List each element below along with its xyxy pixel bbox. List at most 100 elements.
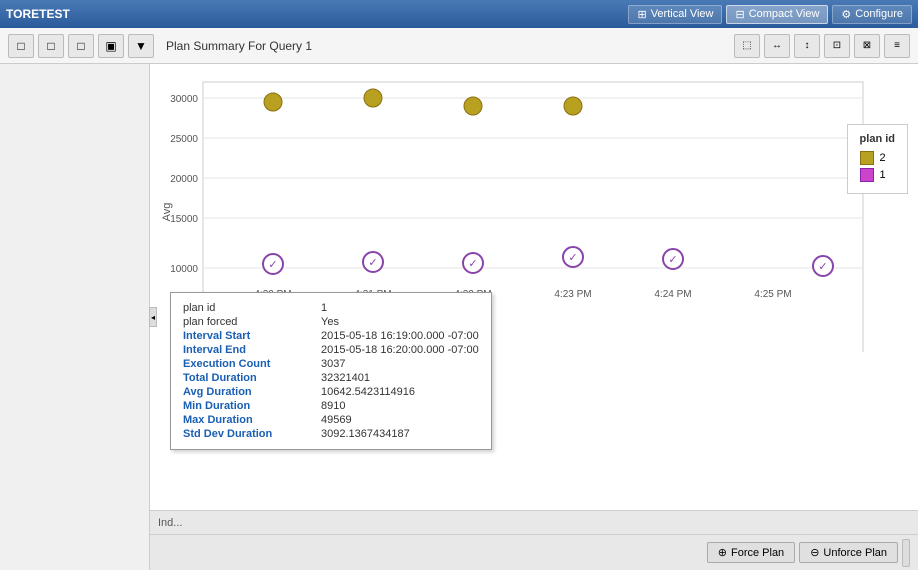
- content-area: 30000 25000 20000 15000 10000 Avg 4:20 P…: [150, 64, 918, 570]
- action6-icon: ≡: [894, 40, 900, 51]
- force-plan-icon: ⊕: [718, 546, 727, 559]
- legend-label-1: 1: [880, 169, 886, 181]
- action1-icon: ⬚: [742, 40, 751, 51]
- legend-item-2: 2: [860, 151, 895, 165]
- toolbar-action-3[interactable]: ↕: [794, 34, 820, 58]
- info-row-total-duration: Total Duration 32321401: [183, 371, 479, 385]
- svg-text:4:24 PM: 4:24 PM: [654, 289, 691, 300]
- main-toolbar: □ □ □ ▣ ▼ Plan Summary For Query 1 ⬚ ↔ ↕…: [0, 28, 918, 64]
- info-value-plan-forced: Yes: [321, 316, 339, 328]
- toolbar-action-4[interactable]: ⊡: [824, 34, 850, 58]
- configure-btn[interactable]: ⚙ Configure: [832, 5, 912, 24]
- legend-title: plan id: [860, 133, 895, 145]
- vertical-view-icon: ⊞: [637, 8, 646, 21]
- svg-text:Avg: Avg: [161, 203, 173, 222]
- toolbar-action-2[interactable]: ↔: [764, 34, 790, 58]
- chart-container: 30000 25000 20000 15000 10000 Avg 4:20 P…: [150, 64, 918, 510]
- info-row-exec-count: Execution Count 3037: [183, 357, 479, 371]
- force-plan-label: Force Plan: [731, 547, 784, 559]
- info-label-interval-start: Interval Start: [183, 330, 313, 342]
- compact-view-icon: ⊟: [735, 8, 744, 21]
- vertical-view-btn[interactable]: ⊞ Vertical View: [628, 5, 722, 24]
- toolbar-right-actions: ⬚ ↔ ↕ ⊡ ⊠ ≡: [734, 34, 910, 58]
- legend-color-1: [860, 168, 874, 182]
- configure-icon: ⚙: [841, 8, 851, 21]
- unforce-plan-btn[interactable]: ⊖ Unforce Plan: [799, 542, 898, 563]
- info-value-interval-start: 2015-05-18 16:19:00.000 -07:00: [321, 330, 479, 342]
- info-value-total-duration: 32321401: [321, 372, 370, 384]
- sidebar-content: [0, 64, 149, 80]
- info-label-total-duration: Total Duration: [183, 372, 313, 384]
- svg-text:4:25 PM: 4:25 PM: [754, 289, 791, 300]
- svg-text:25000: 25000: [170, 134, 198, 145]
- toolbar-btn-3[interactable]: □: [68, 34, 94, 58]
- index-label: Ind...: [158, 517, 182, 529]
- toolbar-icon-2: □: [47, 39, 54, 53]
- info-value-std-dev: 3092.1367434187: [321, 428, 410, 440]
- svg-text:✓: ✓: [468, 258, 477, 270]
- info-label-min-duration: Min Duration: [183, 400, 313, 412]
- title-bar-actions: ⊞ Vertical View ⊟ Compact View ⚙ Configu…: [628, 5, 912, 24]
- svg-text:20000: 20000: [170, 174, 198, 185]
- title-bar: TORETEST ⊞ Vertical View ⊟ Compact View …: [0, 0, 918, 28]
- app-title: TORETEST: [6, 7, 70, 21]
- info-row-min-duration: Min Duration 8910: [183, 399, 479, 413]
- info-value-interval-end: 2015-05-18 16:20:00.000 -07:00: [321, 344, 479, 356]
- toolbar-icon-1: □: [17, 39, 24, 53]
- configure-label: Configure: [855, 8, 903, 20]
- compact-view-btn[interactable]: ⊟ Compact View: [726, 5, 828, 24]
- toolbar-title: Plan Summary For Query 1: [166, 39, 730, 53]
- vertical-view-label: Vertical View: [651, 8, 714, 20]
- legend-label-2: 2: [880, 152, 886, 164]
- info-value-min-duration: 8910: [321, 400, 345, 412]
- info-value-plan-id: 1: [321, 302, 327, 314]
- index-area: Ind...: [150, 510, 918, 534]
- legend-item-1: 1: [860, 168, 895, 182]
- scrollbar-right[interactable]: [902, 539, 910, 567]
- svg-text:✓: ✓: [268, 259, 277, 271]
- toolbar-action-6[interactable]: ≡: [884, 34, 910, 58]
- info-label-std-dev: Std Dev Duration: [183, 428, 313, 440]
- unforce-plan-label: Unforce Plan: [823, 547, 887, 559]
- info-row-plan-forced: plan forced Yes: [183, 315, 479, 329]
- svg-text:✓: ✓: [818, 261, 827, 273]
- action3-icon: ↕: [805, 40, 810, 51]
- toolbar-action-1[interactable]: ⬚: [734, 34, 760, 58]
- toolbar-btn-1[interactable]: □: [8, 34, 34, 58]
- svg-text:✓: ✓: [568, 252, 577, 264]
- svg-text:15000: 15000: [170, 214, 198, 225]
- info-label-plan-id: plan id: [183, 302, 313, 314]
- info-value-exec-count: 3037: [321, 358, 345, 370]
- info-label-interval-end: Interval End: [183, 344, 313, 356]
- info-label-max-duration: Max Duration: [183, 414, 313, 426]
- info-value-max-duration: 49569: [321, 414, 352, 426]
- main-layout: ◂ 30000 25000 20000 15000 10000: [0, 64, 918, 570]
- action2-icon: ↔: [772, 40, 782, 51]
- svg-text:✓: ✓: [668, 254, 677, 266]
- unforce-plan-icon: ⊖: [810, 546, 819, 559]
- toolbar-btn-dropdown[interactable]: ▼: [128, 34, 154, 58]
- info-row-interval-start: Interval Start 2015-05-18 16:19:00.000 -…: [183, 329, 479, 343]
- info-label-avg-duration: Avg Duration: [183, 386, 313, 398]
- bottom-toolbar: ⊕ Force Plan ⊖ Unforce Plan: [150, 534, 918, 570]
- info-panel: plan id 1 plan forced Yes Interval Start…: [170, 292, 492, 450]
- toolbar-btn-2[interactable]: □: [38, 34, 64, 58]
- info-row-interval-end: Interval End 2015-05-18 16:20:00.000 -07…: [183, 343, 479, 357]
- toolbar-btn-chart[interactable]: ▣: [98, 34, 124, 58]
- force-plan-btn[interactable]: ⊕ Force Plan: [707, 542, 795, 563]
- compact-view-label: Compact View: [749, 8, 820, 20]
- chart-legend: plan id 2 1: [847, 124, 908, 194]
- info-row-plan-id: plan id 1: [183, 301, 479, 315]
- info-label-plan-forced: plan forced: [183, 316, 313, 328]
- dropdown-icon: ▼: [135, 39, 147, 53]
- info-value-avg-duration: 10642.5423114916: [321, 386, 415, 398]
- left-sidebar: ◂: [0, 64, 150, 570]
- info-label-exec-count: Execution Count: [183, 358, 313, 370]
- legend-color-2: [860, 151, 874, 165]
- collapse-sidebar-btn[interactable]: ◂: [149, 307, 157, 327]
- toolbar-action-5[interactable]: ⊠: [854, 34, 880, 58]
- action4-icon: ⊡: [833, 40, 841, 51]
- svg-text:10000: 10000: [170, 264, 198, 275]
- svg-text:30000: 30000: [170, 94, 198, 105]
- info-row-max-duration: Max Duration 49569: [183, 413, 479, 427]
